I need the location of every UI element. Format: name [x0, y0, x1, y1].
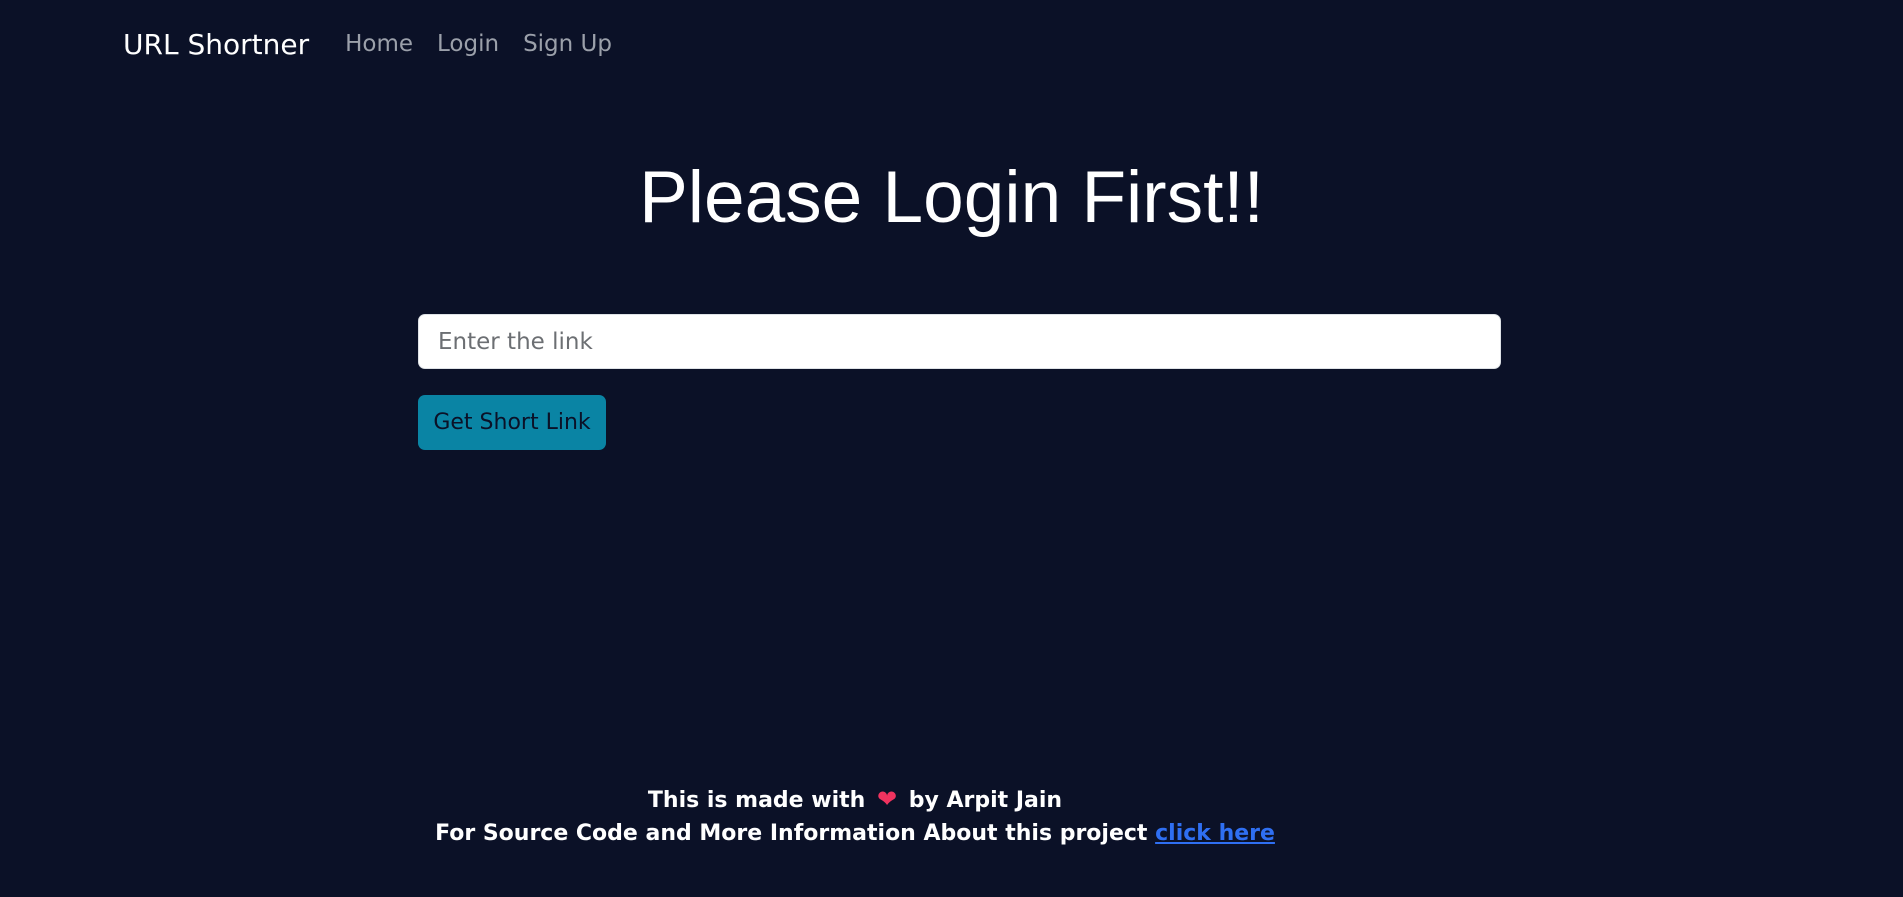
nav-link-login[interactable]: Login — [437, 31, 499, 57]
nav-link-sign-up[interactable]: Sign Up — [523, 31, 612, 57]
brand-link[interactable]: URL Shortner — [123, 28, 309, 61]
link-input[interactable] — [418, 314, 1501, 369]
nav-link-home[interactable]: Home — [345, 31, 413, 57]
footer-source-text: For Source Code and More Information Abo… — [435, 821, 1148, 846]
navbar: URL Shortner Home Login Sign Up — [123, 22, 636, 66]
heart-icon: ❤ — [876, 785, 898, 813]
footer-source: For Source Code and More Information Abo… — [0, 821, 1710, 846]
footer-credit-suffix: by Arpit Jain — [908, 788, 1063, 813]
page-title: Please Login First!! — [639, 157, 1264, 238]
footer-credit: This is made with ❤ by Arpit Jain — [0, 785, 1710, 813]
footer-credit-prefix: This is made with — [647, 788, 866, 813]
get-short-link-button[interactable]: Get Short Link — [418, 395, 606, 450]
source-code-link[interactable]: click here — [1155, 821, 1275, 846]
